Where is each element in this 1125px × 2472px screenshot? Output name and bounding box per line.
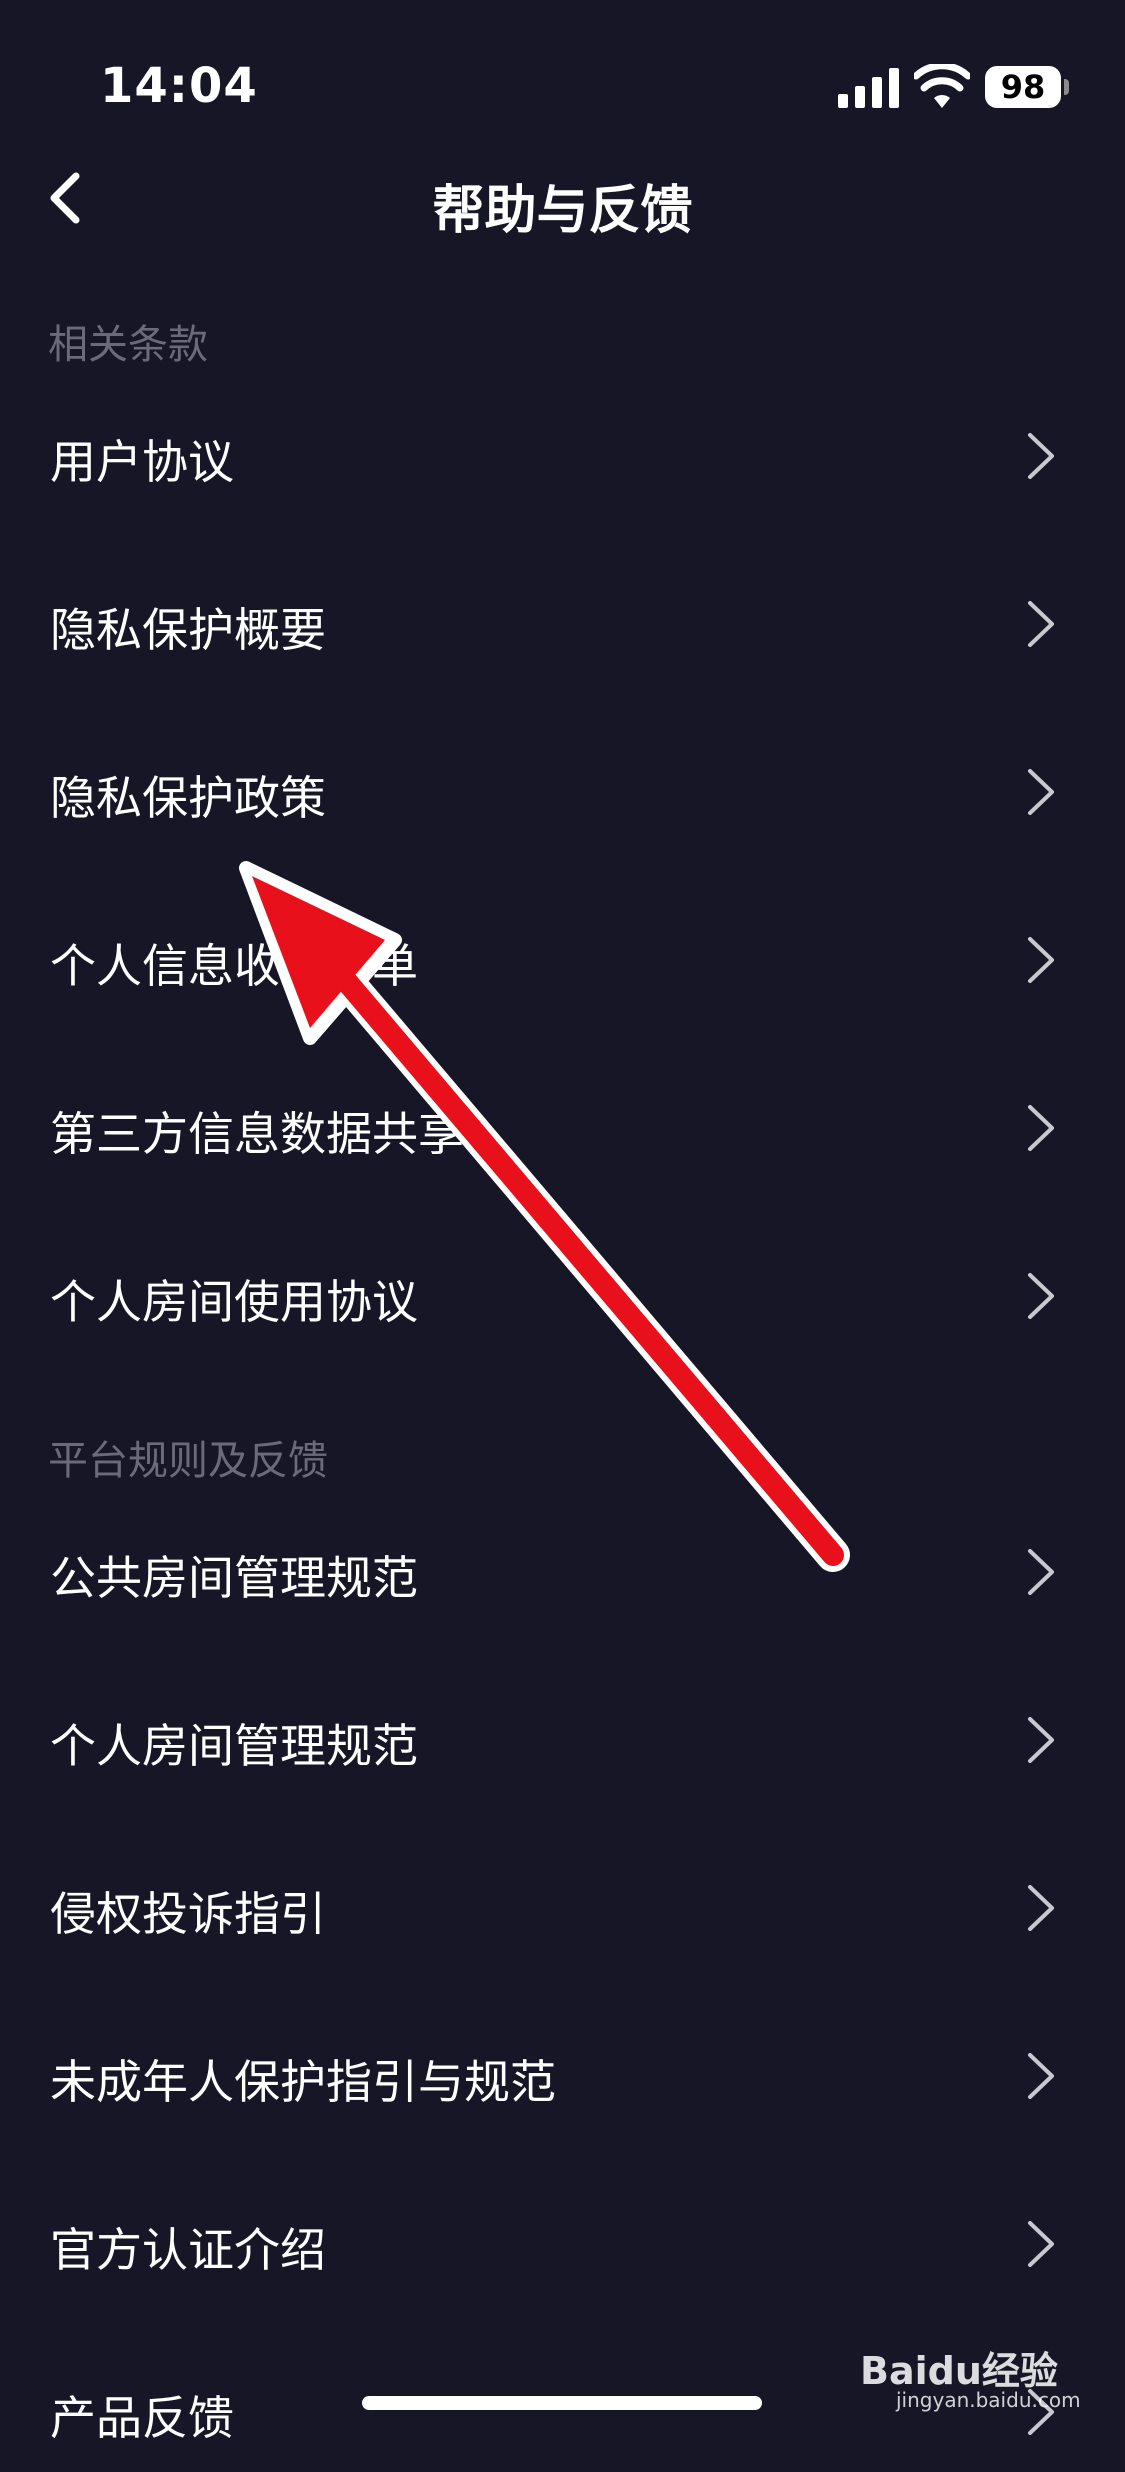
- cellular-signal-icon: [838, 68, 899, 108]
- list-item-official-verification[interactable]: 官方认证介绍: [0, 2184, 1125, 2304]
- list-item-label: 官方认证介绍: [50, 2223, 326, 2277]
- chevron-right-icon: [1028, 1105, 1054, 1151]
- list-item-label: 个人房间使用协议: [50, 1275, 418, 1329]
- list-item-personal-room-agreement[interactable]: 个人房间使用协议: [0, 1236, 1125, 1356]
- list-item-label: 侵权投诉指引: [50, 1887, 326, 1941]
- list-item-label: 公共房间管理规范: [50, 1551, 418, 1605]
- section-header-platform-rules: 平台规则及反馈: [48, 1438, 328, 1484]
- list-item-label: 用户协议: [50, 435, 234, 489]
- watermark-logo: Baidu经验 jingyan.baidu.com: [860, 2318, 1081, 2412]
- chevron-right-icon: [1028, 769, 1054, 815]
- status-time: 14:04: [100, 58, 258, 114]
- navigation-bar: 帮助与反馈: [0, 150, 1125, 250]
- list-item-label: 隐私保护概要: [50, 603, 326, 657]
- list-item-personal-room-rules[interactable]: 个人房间管理规范: [0, 1680, 1125, 1800]
- chevron-right-icon: [1028, 601, 1054, 647]
- watermark-brand: Baidu经验: [860, 2349, 1058, 2393]
- section-header-terms: 相关条款: [48, 322, 208, 368]
- wifi-icon: [914, 64, 970, 108]
- list-item-privacy-policy[interactable]: 隐私保护政策: [0, 732, 1125, 852]
- chevron-right-icon: [1028, 937, 1054, 983]
- list-item-label: 个人信息收集清单: [50, 939, 418, 993]
- watermark-url: jingyan.baidu.com: [896, 2388, 1081, 2412]
- list-item-user-agreement[interactable]: 用户协议: [0, 396, 1125, 516]
- list-item-personal-info-list[interactable]: 个人信息收集清单: [0, 900, 1125, 1020]
- chevron-right-icon: [1028, 2221, 1054, 2267]
- list-item-label: 未成年人保护指引与规范: [50, 2055, 556, 2109]
- battery-tip: [1064, 79, 1069, 95]
- list-item-label: 第三方信息数据共享: [50, 1107, 464, 1161]
- page-title: 帮助与反馈: [432, 181, 693, 241]
- status-bar: 14:04 98: [0, 0, 1125, 150]
- chevron-right-icon: [1028, 433, 1054, 479]
- list-item-label: 产品反馈: [50, 2391, 234, 2445]
- chevron-right-icon: [1028, 2053, 1054, 2099]
- battery-level: 98: [1000, 68, 1046, 106]
- chevron-right-icon: [1028, 1273, 1054, 1319]
- chevron-right-icon: [1028, 1717, 1054, 1763]
- chevron-right-icon: [1028, 1549, 1054, 1595]
- list-item-minor-protection[interactable]: 未成年人保护指引与规范: [0, 2016, 1125, 2136]
- home-indicator[interactable]: [362, 2396, 762, 2410]
- list-item-third-party-sharing[interactable]: 第三方信息数据共享: [0, 1068, 1125, 1188]
- list-item-privacy-summary[interactable]: 隐私保护概要: [0, 564, 1125, 684]
- list-item-infringement-complaint[interactable]: 侵权投诉指引: [0, 1848, 1125, 1968]
- chevron-right-icon: [1028, 1885, 1054, 1931]
- list-item-public-room-rules[interactable]: 公共房间管理规范: [0, 1512, 1125, 1632]
- list-item-label: 个人房间管理规范: [50, 1719, 418, 1773]
- list-item-label: 隐私保护政策: [50, 771, 326, 825]
- battery-icon: 98: [985, 66, 1061, 108]
